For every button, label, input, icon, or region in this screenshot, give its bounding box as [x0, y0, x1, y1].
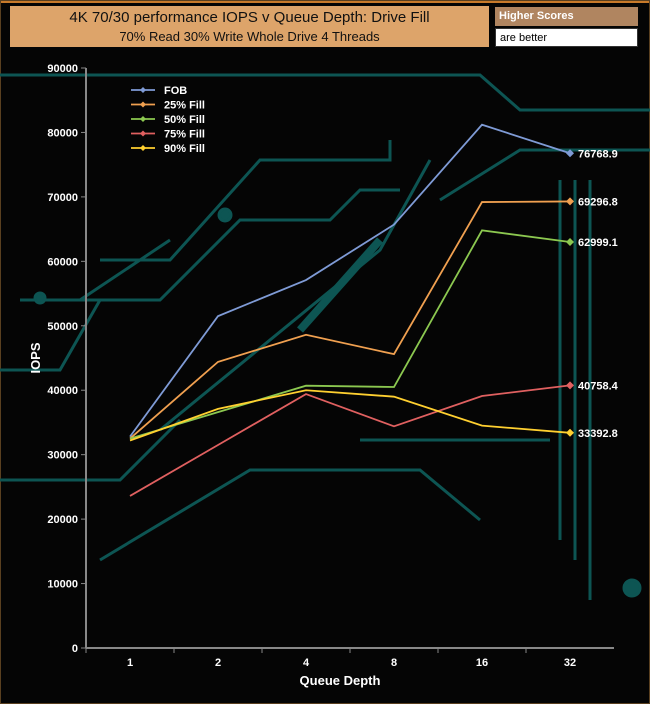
- legend-label-0: FOB: [164, 85, 187, 97]
- y-tick-label: 30000: [47, 450, 78, 462]
- x-tick-label: 16: [476, 657, 488, 669]
- legend-marker-1: [140, 101, 146, 108]
- data-label-4: 33392.8: [578, 428, 618, 440]
- y-tick-label: 10000: [47, 579, 78, 591]
- legend-label-3: 75% Fill: [164, 129, 205, 141]
- x-tick-label: 8: [391, 657, 397, 669]
- y-tick-label: 70000: [47, 192, 78, 204]
- y-tick-label: 20000: [47, 514, 78, 526]
- legend-label-2: 50% Fill: [164, 114, 205, 126]
- end-marker-4: [566, 428, 574, 437]
- y-tick-label: 90000: [47, 63, 78, 75]
- y-tick-label: 50000: [47, 321, 78, 333]
- series-line-4: [129, 389, 571, 442]
- series-line-2: [129, 229, 571, 440]
- y-tick-label: 0: [72, 643, 78, 655]
- x-tick-label: 2: [215, 657, 221, 669]
- series-line-0: [129, 123, 571, 438]
- data-label-1: 69296.8: [578, 196, 618, 208]
- legend-label-4: 90% Fill: [164, 143, 205, 155]
- end-marker-2: [566, 238, 574, 247]
- x-tick-label: 32: [564, 657, 576, 669]
- legend-marker-3: [140, 130, 146, 137]
- circuit-background: [0, 73, 650, 600]
- series-line-1: [129, 200, 571, 440]
- x-axis-label: Queue Depth: [300, 673, 381, 688]
- y-axis-label: IOPS: [28, 342, 43, 373]
- end-marker-3: [566, 381, 574, 390]
- y-tick-label: 80000: [47, 127, 78, 139]
- data-label-3: 40758.4: [578, 380, 619, 392]
- legend-marker-4: [140, 145, 146, 151]
- y-tick-label: 40000: [47, 385, 78, 397]
- legend-marker-0: [140, 87, 146, 93]
- legend-marker-2: [140, 116, 146, 122]
- legend-label-1: 25% Fill: [164, 100, 205, 112]
- x-tick-label: 4: [303, 657, 310, 669]
- data-label-2: 62999.1: [578, 237, 618, 249]
- end-marker-1: [566, 197, 574, 206]
- x-tick-label: 1: [127, 657, 133, 669]
- chart-svg: 0 10000 20000 30000 40000 50000 60000 70000 8000…: [0, 63, 650, 688]
- data-label-0: 76768.9: [578, 148, 618, 160]
- y-tick-label: 60000: [47, 256, 78, 268]
